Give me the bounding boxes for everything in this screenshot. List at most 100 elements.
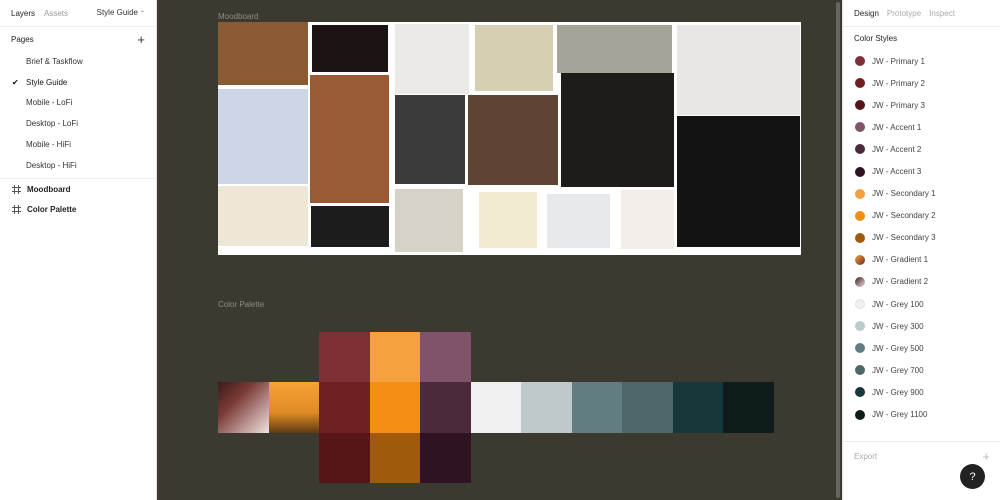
scotch-bottle-photo[interactable]	[395, 189, 463, 252]
color-style-label: JW - Primary 3	[872, 100, 925, 110]
tab-inspect[interactable]: Inspect	[929, 9, 955, 18]
layer-label: Moodboard	[27, 184, 71, 194]
color-style-label: JW - Primary 1	[872, 56, 925, 66]
palette-swatch-grey-500[interactable]	[571, 382, 623, 433]
rye-whiskey-script-label[interactable]	[311, 206, 389, 247]
color-style-item[interactable]: JW - Grey 900	[843, 381, 1000, 403]
page-item-mobile-hifi[interactable]: Mobile - HiFi	[0, 134, 156, 155]
whiskey-glass-dark-photo[interactable]	[312, 25, 388, 72]
color-dot-icon	[855, 56, 865, 67]
color-style-item[interactable]: JW - Gradient 1	[843, 249, 1000, 271]
color-style-label: JW - Primary 2	[872, 78, 925, 88]
color-style-item[interactable]: JW - Primary 3	[843, 94, 1000, 116]
moodboard-frame[interactable]	[218, 22, 801, 255]
add-export-plus-icon[interactable]: +	[982, 450, 990, 463]
color-style-label: JW - Grey 900	[872, 387, 924, 397]
rust-chair-photo[interactable]	[621, 190, 674, 249]
color-style-item[interactable]: JW - Accent 2	[843, 138, 1000, 160]
color-style-item[interactable]: JW - Primary 2	[843, 72, 1000, 94]
woman-portrait-photo[interactable]	[468, 95, 558, 185]
green-envelope-card[interactable]	[475, 25, 553, 91]
color-dot-icon	[855, 343, 865, 354]
color-style-label: JW - Accent 1	[872, 122, 922, 132]
moodboard-frame-label[interactable]: Moodboard	[218, 12, 258, 21]
whiskey-box-dark-photo[interactable]	[677, 116, 800, 247]
color-style-item[interactable]: JW - Grey 300	[843, 315, 1000, 337]
color-style-item[interactable]: JW - Grey 500	[843, 337, 1000, 359]
palette-swatch-grey-1100[interactable]	[723, 382, 774, 433]
layer-moodboard[interactable]: Moodboard	[0, 179, 156, 200]
color-style-item[interactable]: JW - Accent 3	[843, 160, 1000, 182]
orange-chair-photo[interactable]	[547, 194, 610, 248]
palette-swatch-upper[interactable]	[319, 331, 370, 382]
color-dot-icon	[855, 365, 865, 376]
palette-swatch-grey-700[interactable]	[622, 382, 673, 433]
palette-swatch-accent-2[interactable]	[420, 382, 471, 433]
page-item-label: Style Guide	[26, 77, 68, 87]
color-style-item[interactable]: JW - Grey 100	[843, 293, 1000, 315]
page-item-desktop-lofi[interactable]: Desktop - LoFi	[0, 113, 156, 134]
palette-swatch-secondary-2[interactable]	[369, 382, 421, 433]
tab-prototype[interactable]: Prototype	[887, 9, 921, 18]
page-item-style-guide[interactable]: ✔ Style Guide	[0, 72, 156, 93]
color-style-item[interactable]: JW - Secondary 2	[843, 205, 1000, 227]
layers-panel: Layers Assets Style Guide ⌃ Pages + Brief…	[0, 0, 157, 500]
design-panel-tabs: Design Prototype Inspect	[843, 0, 1000, 26]
page-switcher[interactable]: Style Guide ⌃	[97, 8, 145, 17]
page-item-label: Brief & Taskflow	[26, 56, 83, 66]
frame-icon	[12, 205, 21, 215]
palette-swatch-lower[interactable]	[420, 432, 471, 483]
color-dot-icon	[855, 122, 865, 133]
dark-whiskey-web-pages[interactable]	[561, 73, 674, 187]
color-style-label: JW - Secondary 3	[872, 233, 936, 243]
page-item-label: Desktop - LoFi	[26, 119, 79, 129]
color-style-item[interactable]: JW - Gradient 2	[843, 271, 1000, 293]
canvas-scrollbar[interactable]	[836, 2, 840, 498]
page-item-desktop-hifi[interactable]: Desktop - HiFi	[0, 155, 156, 176]
palette-swatch-grey-900[interactable]	[672, 382, 724, 433]
palette-swatch-gradient-1[interactable]	[218, 382, 269, 433]
color-style-item[interactable]: JW - Secondary 1	[843, 183, 1000, 205]
color-style-item[interactable]: JW - Secondary 3	[843, 227, 1000, 249]
help-button[interactable]: ?	[960, 464, 985, 489]
palette-swatch-gradient-2[interactable]	[268, 382, 320, 433]
color-palette-frame-label[interactable]: Color Palette	[218, 300, 264, 309]
color-style-label: JW - Grey 300	[872, 321, 924, 331]
whiskey-bottles-photo[interactable]	[218, 22, 308, 85]
tab-design[interactable]: Design	[854, 9, 879, 18]
tab-assets[interactable]: Assets	[44, 9, 68, 18]
palette-swatch-lower[interactable]	[319, 432, 370, 483]
color-style-label: JW - Grey 500	[872, 343, 924, 353]
fashion-web-layout[interactable]	[395, 24, 469, 94]
color-style-item[interactable]: JW - Grey 1100	[843, 404, 1000, 426]
color-style-item[interactable]: JW - Grey 700	[843, 359, 1000, 381]
palette-swatch-grey-100[interactable]	[470, 382, 522, 433]
cocktail-glasses-photo[interactable]	[218, 186, 308, 246]
color-style-item[interactable]: JW - Primary 1	[843, 50, 1000, 72]
tab-layers[interactable]: Layers	[11, 9, 35, 18]
color-styles-list: JW - Primary 1 JW - Primary 2 JW - Primary…	[843, 50, 1000, 426]
palette-swatch-primary-2[interactable]	[319, 382, 370, 433]
palette-swatch-upper[interactable]	[420, 331, 471, 382]
woman-street-photo[interactable]	[557, 25, 672, 73]
sneaker-shop-ui[interactable]	[218, 89, 308, 184]
palette-swatch-grey-300[interactable]	[521, 382, 572, 433]
glass-bottle-photo[interactable]	[395, 95, 465, 184]
burger-app-mockup[interactable]	[677, 25, 800, 115]
frame-icon	[12, 184, 21, 194]
add-page-plus-icon[interactable]: +	[137, 33, 145, 46]
page-item-mobile-lofi[interactable]: Mobile - LoFi	[0, 93, 156, 114]
woman-auburn-hair-photo[interactable]	[310, 75, 389, 203]
color-style-item[interactable]: JW - Accent 1	[843, 116, 1000, 138]
palette-swatch-lower[interactable]	[369, 432, 421, 483]
teal-chair-photo[interactable]	[479, 192, 537, 248]
color-styles-title: Color Styles	[854, 33, 898, 43]
color-dot-icon	[855, 321, 865, 332]
color-style-label: JW - Gradient 2	[872, 277, 929, 287]
design-canvas[interactable]: Moodboard Color Palette	[157, 0, 842, 500]
color-dot-icon	[855, 144, 865, 155]
layer-color-palette[interactable]: Color Palette	[0, 199, 156, 220]
palette-swatch-upper[interactable]	[369, 331, 421, 382]
color-dot-icon	[855, 78, 865, 89]
page-item-brief-taskflow[interactable]: Brief & Taskflow	[0, 51, 156, 72]
